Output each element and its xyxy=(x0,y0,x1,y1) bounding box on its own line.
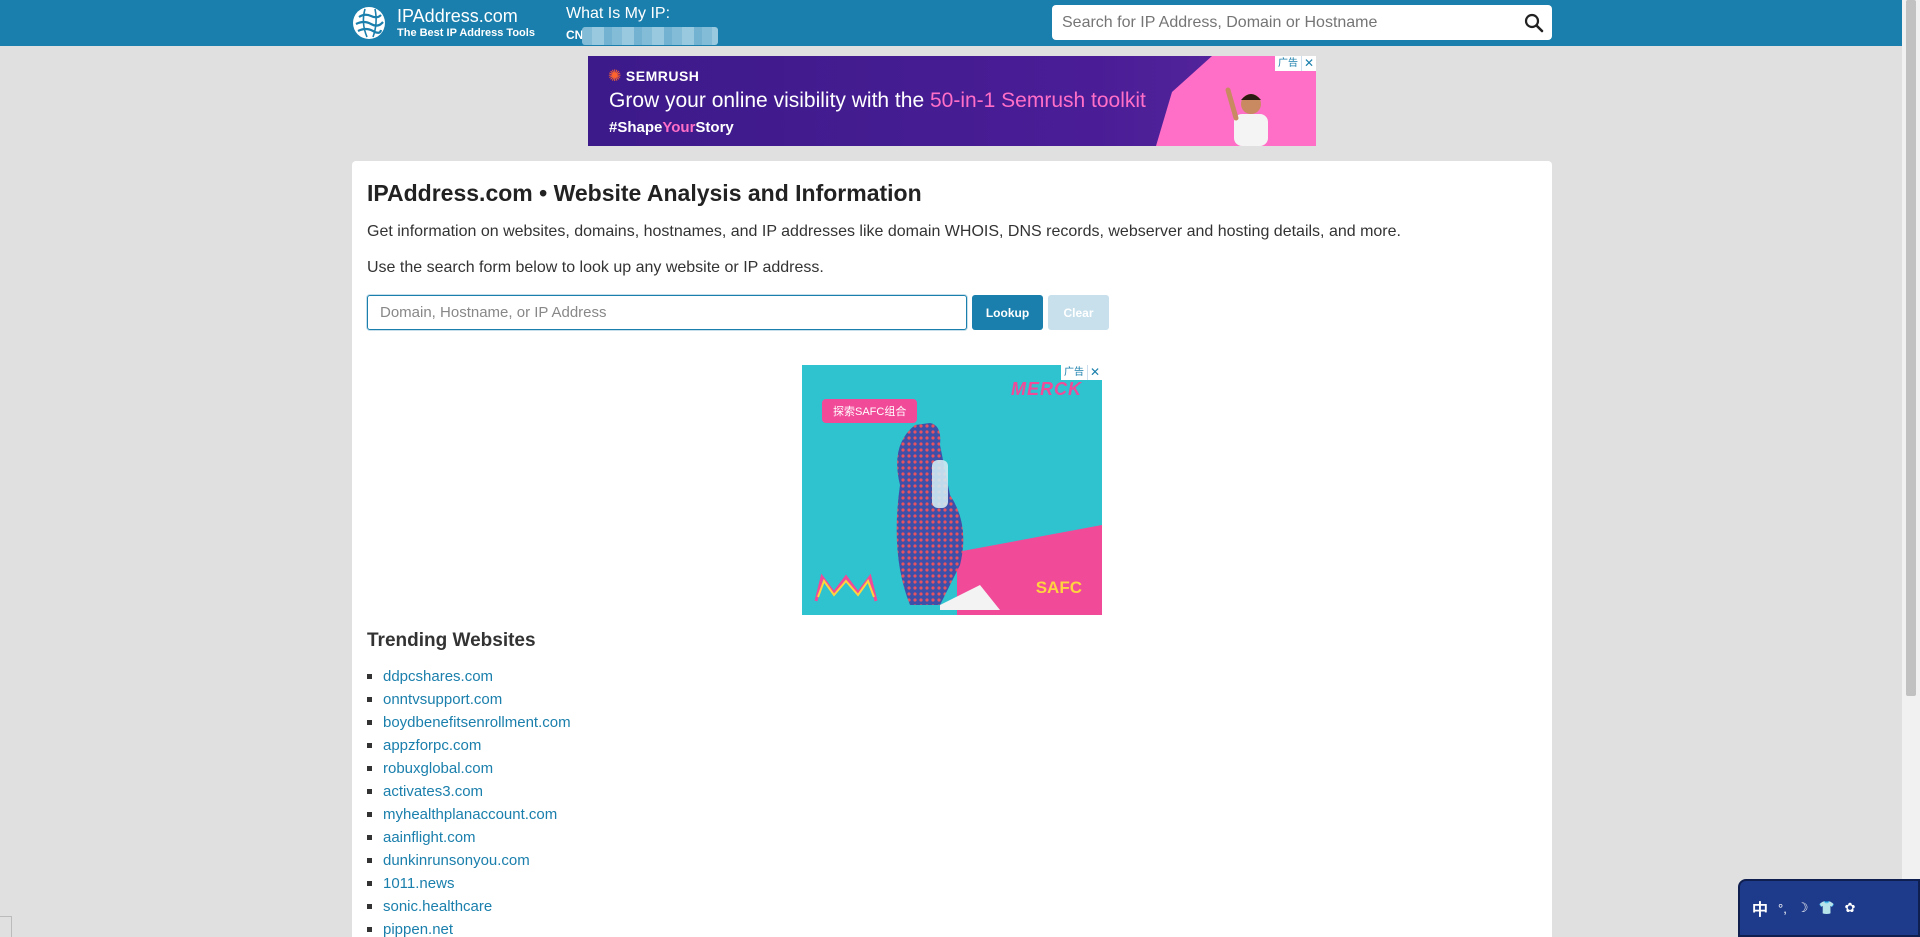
lookup-input[interactable] xyxy=(367,295,967,330)
what-is-my-ip[interactable]: What Is My IP: CN xyxy=(566,4,718,45)
search-icon xyxy=(1524,13,1544,32)
header-search-input[interactable] xyxy=(1052,5,1516,40)
ad-glove-illustration xyxy=(896,423,1000,610)
bullet-icon xyxy=(367,858,372,863)
ad-headline-accent: 50-in-1 Semrush toolkit xyxy=(929,89,1146,112)
myip-label: What Is My IP: xyxy=(566,5,671,22)
ad-explore-button[interactable]: 探索SAFC组合 xyxy=(822,399,918,423)
semrush-banner-ad[interactable]: ✺ SEMRUSH Grow your online visibility wi… xyxy=(588,56,1316,146)
list-item: sonic.healthcare xyxy=(367,895,571,918)
header-search-button[interactable] xyxy=(1516,5,1552,40)
ime-moon-icon[interactable]: ☽ xyxy=(1797,900,1809,916)
ad-person-illustration xyxy=(1225,87,1268,146)
trending-link[interactable]: pippen.net xyxy=(383,918,453,937)
list-item: boydbenefitsenrollment.com xyxy=(367,711,571,734)
bullet-icon xyxy=(367,812,372,817)
ad-tag-hash: #Shape xyxy=(609,119,663,136)
bullet-icon xyxy=(367,697,372,702)
list-item: dunkinrunsonyou.com xyxy=(367,849,571,872)
ime-settings-icon[interactable]: ✿ xyxy=(1845,900,1856,916)
bullet-icon xyxy=(367,881,372,886)
lookup-form: Lookup Clear xyxy=(367,295,1109,330)
logo-subtitle: The Best IP Address Tools xyxy=(397,27,535,39)
ime-toolbar[interactable]: 中 °, ☽ 👕 ✿ xyxy=(1738,879,1920,937)
page-title: IPAddress.com • Website Analysis and Inf… xyxy=(367,180,922,206)
list-item: aainflight.com xyxy=(367,826,571,849)
bullet-icon xyxy=(367,904,372,909)
list-item: activates3.com xyxy=(367,780,571,803)
ad-choices-label[interactable]: 广告 xyxy=(1275,56,1301,71)
trending-link[interactable]: dunkinrunsonyou.com xyxy=(383,849,530,872)
trending-link[interactable]: aainflight.com xyxy=(383,826,476,849)
semrush-flame-icon: ✺ xyxy=(608,68,622,85)
list-item: pippen.net xyxy=(367,918,571,937)
myip-redacted xyxy=(582,27,718,45)
ad-brand: ✺ SEMRUSH xyxy=(608,66,699,86)
intro-text: Get information on websites, domains, ho… xyxy=(367,223,1401,240)
top-navbar: IPAddress.com The Best IP Address Tools … xyxy=(0,0,1902,46)
ime-punctuation-icon[interactable]: °, xyxy=(1778,901,1787,916)
myip-value: CN xyxy=(566,27,718,45)
trending-link[interactable]: sonic.healthcare xyxy=(383,895,492,918)
myip-country: CN xyxy=(566,28,584,42)
list-item: ddpcshares.com xyxy=(367,665,571,688)
ad-choices-label[interactable]: 广告 xyxy=(1061,365,1087,380)
trending-title: Trending Websites xyxy=(367,630,536,651)
bullet-icon xyxy=(367,743,372,748)
intro-instructions: Use the search form below to look up any… xyxy=(367,259,824,276)
list-item: 1011.news xyxy=(367,872,571,895)
site-logo[interactable]: IPAddress.com The Best IP Address Tools xyxy=(351,4,535,42)
ad-choices[interactable]: 广告 ✕ xyxy=(1061,365,1102,380)
bullet-icon xyxy=(367,927,372,932)
trending-link[interactable]: onntvsupport.com xyxy=(383,688,502,711)
trending-link[interactable]: robuxglobal.com xyxy=(383,757,493,780)
trending-link[interactable]: activates3.com xyxy=(383,780,483,803)
ad-tagline: #ShapeYourStory xyxy=(609,119,734,136)
bullet-icon xyxy=(367,789,372,794)
main-content-card: IPAddress.com • Website Analysis and Inf… xyxy=(352,161,1552,937)
scrollbar-thumb[interactable] xyxy=(1906,0,1916,696)
trending-list: ddpcshares.com onntvsupport.com boydbene… xyxy=(367,665,571,937)
ime-skin-icon[interactable]: 👕 xyxy=(1818,900,1834,916)
trending-link[interactable]: boydbenefitsenrollment.com xyxy=(383,711,571,734)
ad-safc-label: SAFC xyxy=(1035,578,1082,597)
merck-square-ad[interactable]: 探索SAFC组合 MERCK SAFC 广告 ✕ xyxy=(802,365,1102,615)
bullet-icon xyxy=(367,720,372,725)
header-search xyxy=(1052,5,1552,40)
ad-tag-end: Story xyxy=(695,119,734,136)
logo-title: IPAddress.com xyxy=(397,6,518,26)
bullet-icon xyxy=(367,766,372,771)
trending-link[interactable]: ddpcshares.com xyxy=(383,665,493,688)
merck-m-logo-icon xyxy=(814,573,878,602)
trending-link[interactable]: appzforpc.com xyxy=(383,734,481,757)
list-item: onntvsupport.com xyxy=(367,688,571,711)
trending-link[interactable]: myhealthplanaccount.com xyxy=(383,803,557,826)
window-corner xyxy=(0,916,12,937)
ime-mode-toggle[interactable]: 中 xyxy=(1752,896,1768,920)
ad-choices[interactable]: 广告 ✕ xyxy=(1275,56,1316,71)
trending-link[interactable]: 1011.news xyxy=(383,872,454,895)
ad-brand-label: SEMRUSH xyxy=(625,68,700,84)
ad-close-icon[interactable]: ✕ xyxy=(1301,56,1316,71)
page-scrollbar[interactable] xyxy=(1902,0,1920,937)
ad-merck-logo: MERCK xyxy=(1011,379,1082,399)
list-item: robuxglobal.com xyxy=(367,757,571,780)
ad-headline: Grow your online visibility with the 50-… xyxy=(609,89,1146,113)
ad-headline-prefix: Grow your online visibility with the xyxy=(609,89,930,112)
ad-tag-accent: Your xyxy=(662,119,696,136)
globe-logo-icon xyxy=(353,7,385,39)
ad-close-icon[interactable]: ✕ xyxy=(1087,365,1102,380)
bullet-icon xyxy=(367,674,372,679)
bullet-icon xyxy=(367,835,372,840)
lookup-button[interactable]: Lookup xyxy=(972,295,1043,330)
clear-button[interactable]: Clear xyxy=(1048,295,1109,330)
list-item: myhealthplanaccount.com xyxy=(367,803,571,826)
list-item: appzforpc.com xyxy=(367,734,571,757)
